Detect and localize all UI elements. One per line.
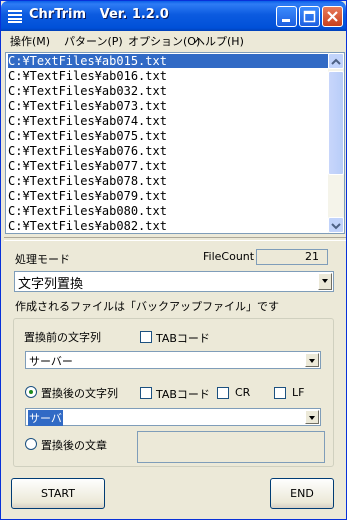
menu-bar: 操作(M) パターン(P) オプション(O) ヘルプ(H) <box>4 31 344 50</box>
start-button[interactable]: START <box>11 478 105 509</box>
dropdown-arrow-icon[interactable] <box>305 353 319 367</box>
vertical-scrollbar[interactable] <box>328 53 344 233</box>
dropdown-arrow-icon[interactable] <box>305 410 319 424</box>
after-string-radio[interactable] <box>25 386 37 398</box>
list-item[interactable]: C:¥TextFiles¥ab016.txt <box>8 69 328 83</box>
menu-pattern[interactable]: パターン(P) <box>64 33 123 49</box>
menu-options[interactable]: オプション(O) <box>128 33 200 49</box>
list-item[interactable]: C:¥TextFiles¥ab073.txt <box>8 99 328 113</box>
file-count-label: FileCount <box>203 250 255 263</box>
menu-help[interactable]: ヘルプ(H) <box>194 33 244 49</box>
chevron-down-icon <box>331 223 341 230</box>
backup-note: 作成されるファイルは「バックアップファイル」です <box>15 300 279 313</box>
lf-checkbox[interactable] <box>274 387 286 399</box>
maximize-button[interactable] <box>299 6 320 27</box>
chevron-up-icon <box>331 58 341 65</box>
end-button[interactable]: END <box>270 478 334 509</box>
list-item[interactable]: C:¥TextFiles¥ab082.txt <box>8 219 328 233</box>
mode-select[interactable]: 文字列置換 <box>14 271 334 292</box>
mode-select-value: 文字列置換 <box>18 277 84 292</box>
scroll-up-button[interactable] <box>328 53 344 69</box>
before-string-value: サーバー <box>29 355 73 368</box>
file-count-value: 21 <box>256 249 328 265</box>
window-title: ChrTrim Ver. 1.2.0 <box>29 7 169 22</box>
after-string-label: 置換後の文字列 <box>41 387 118 400</box>
main-window: ChrTrim Ver. 1.2.0 操作(M) パターン(P) オプション(O… <box>0 0 347 520</box>
close-button[interactable] <box>322 6 343 27</box>
list-item[interactable]: C:¥TextFiles¥ab076.txt <box>8 144 328 158</box>
list-item[interactable]: C:¥TextFiles¥ab032.txt <box>8 84 328 98</box>
before-label: 置換前の文字列 <box>24 331 101 344</box>
list-item[interactable]: C:¥TextFiles¥ab077.txt <box>8 159 328 173</box>
before-string-select[interactable]: サーバー <box>25 351 321 369</box>
after-string-select[interactable]: サーバ <box>25 408 321 426</box>
title-bar[interactable]: ChrTrim Ver. 1.2.0 <box>1 1 346 31</box>
after-sentence-label: 置換後の文章 <box>41 439 107 452</box>
list-item[interactable]: C:¥TextFiles¥ab079.txt <box>8 189 328 203</box>
scroll-thumb[interactable] <box>328 71 344 175</box>
scroll-down-button[interactable] <box>328 217 344 233</box>
list-item[interactable]: C:¥TextFiles¥ab074.txt <box>8 114 328 128</box>
list-item[interactable]: C:¥TextFiles¥ab080.txt <box>8 204 328 218</box>
minimize-icon <box>282 19 290 22</box>
dropdown-arrow-icon[interactable] <box>318 273 332 290</box>
cr-checkbox[interactable] <box>217 387 229 399</box>
app-icon <box>8 10 22 23</box>
list-item[interactable]: C:¥TextFiles¥ab078.txt <box>8 174 328 188</box>
maximize-icon <box>303 10 316 23</box>
before-tab-code-checkbox[interactable] <box>140 331 152 343</box>
list-item[interactable]: C:¥TextFiles¥ab015.txt <box>8 54 328 68</box>
after-string-value: サーバ <box>28 410 63 426</box>
after-tab-code-checkbox[interactable] <box>140 387 152 399</box>
list-item[interactable]: C:¥TextFiles¥ab075.txt <box>8 129 328 143</box>
lf-label: LF <box>292 386 305 399</box>
cr-label: CR <box>235 386 251 399</box>
after-sentence-radio[interactable] <box>25 438 37 450</box>
separator <box>4 237 346 241</box>
menu-operation[interactable]: 操作(M) <box>10 33 50 49</box>
minimize-button[interactable] <box>276 6 297 27</box>
after-sentence-textarea[interactable] <box>137 431 325 463</box>
file-list[interactable]: C:¥TextFiles¥ab015.txt C:¥TextFiles¥ab01… <box>5 52 345 234</box>
after-tab-code-label: TABコード <box>156 388 210 401</box>
before-tab-code-label: TABコード <box>156 332 210 345</box>
mode-label: 処理モード <box>15 253 70 266</box>
close-icon <box>327 11 338 22</box>
